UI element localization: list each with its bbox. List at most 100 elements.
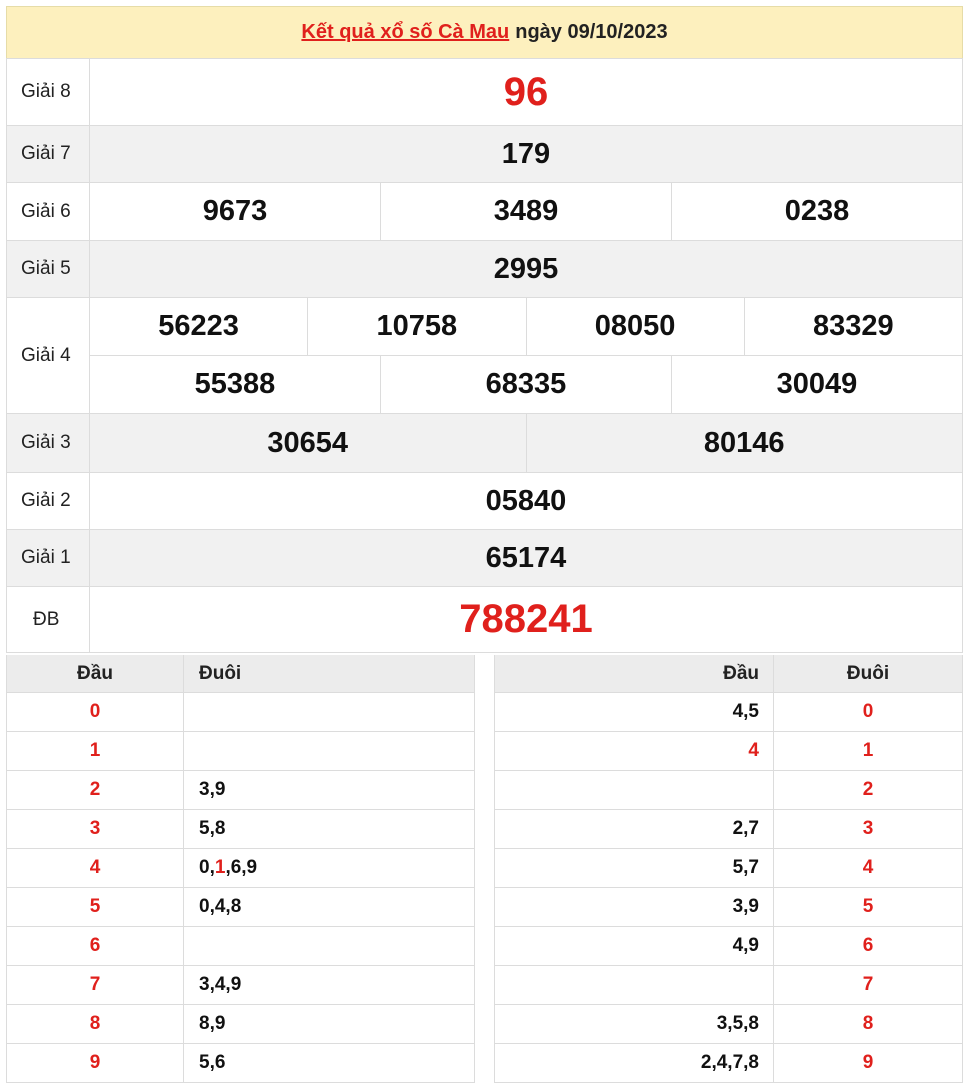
prize-label: Giải 1 xyxy=(6,529,90,587)
dau-cell: 4,5 xyxy=(494,692,774,732)
prize-number: 0238 xyxy=(784,195,850,227)
duoi-cell: 3 xyxy=(773,809,963,849)
duoi-cell xyxy=(183,692,475,732)
province-results-link[interactable]: Kết quả xổ số Cà Mau xyxy=(301,21,509,44)
prize-label: Giải 4 xyxy=(6,297,90,414)
table-row: 2 xyxy=(494,770,963,810)
prize-number: 83329 xyxy=(813,310,894,342)
table-row: 5,7 4 xyxy=(494,848,963,888)
duoi-cell: 1 xyxy=(773,731,963,771)
prize-row-g5: Giải 5 2995 xyxy=(6,240,963,298)
duoi-cell: 0,1,6,9 xyxy=(183,848,475,888)
prize-label: Giải 7 xyxy=(6,125,90,183)
duoi-cell: 3,9 xyxy=(183,770,475,810)
dau-cell: 2,4,7,8 xyxy=(494,1043,774,1083)
dau-cell: 1 xyxy=(6,731,184,771)
loto-head-table: Đầu Đuôi 0 1 2 3,9 3 5,8 4 0,1,6,9 5 0,4,8 6… xyxy=(6,655,475,1083)
prize-number: 9673 xyxy=(202,195,268,227)
dau-cell: 3,5,8 xyxy=(494,1004,774,1044)
duoi-cell: 5 xyxy=(773,887,963,927)
column-header-duoi: Đuôi xyxy=(773,655,963,693)
column-header-dau: Đầu xyxy=(494,655,774,693)
prize-label: Giải 3 xyxy=(6,413,90,473)
table-row: 6 xyxy=(6,926,475,966)
table-row: 2,4,7,8 9 xyxy=(494,1043,963,1083)
table-row: 4,9 6 xyxy=(494,926,963,966)
duoi-cell: 7 xyxy=(773,965,963,1005)
duoi-cell: 6 xyxy=(773,926,963,966)
dau-cell: 9 xyxy=(6,1043,184,1083)
duoi-cell: 2 xyxy=(773,770,963,810)
dau-cell: 2 xyxy=(6,770,184,810)
prize-number: 65174 xyxy=(485,541,567,574)
table-row: 7 xyxy=(494,965,963,1005)
date-text: ngày 09/10/2023 xyxy=(515,21,668,43)
special-prize-number: 788241 xyxy=(459,597,593,641)
prize-number: 2995 xyxy=(493,252,559,285)
table-row: 3,5,8 8 xyxy=(494,1004,963,1044)
prize-number: 3489 xyxy=(493,195,559,227)
prize-number: 08050 xyxy=(594,310,676,342)
dau-cell xyxy=(494,965,774,1005)
table-row: 2,7 3 xyxy=(494,809,963,849)
prize-number: 96 xyxy=(503,69,549,114)
dau-cell: 4,9 xyxy=(494,926,774,966)
prize-number: 05840 xyxy=(485,484,567,517)
prize-table: Giải 8 96 Giải 7 179 Giải 6 9673 3489 02… xyxy=(6,58,963,653)
duoi-cell: 3,4,9 xyxy=(183,965,475,1005)
results-header: Kết quả xổ số Cà Mau ngày 09/10/2023 xyxy=(6,6,963,58)
dau-cell: 5 xyxy=(6,887,184,927)
dau-cell: 6 xyxy=(6,926,184,966)
dau-cell: 4 xyxy=(494,731,774,771)
loto-header-row: Đầu Đuôi xyxy=(494,655,963,693)
table-row: 3 5,8 xyxy=(6,809,475,849)
prize-number: 80146 xyxy=(703,426,785,459)
duoi-cell xyxy=(183,926,475,966)
duoi-cell: 4 xyxy=(773,848,963,888)
prize-row-g4-a: Giải 4 56223 10758 08050 83329 xyxy=(6,297,963,414)
loto-header-row: Đầu Đuôi xyxy=(6,655,475,693)
table-row: 7 3,4,9 xyxy=(6,965,475,1005)
duoi-cell: 5,8 xyxy=(183,809,475,849)
prize-number: 30654 xyxy=(267,426,349,459)
duoi-highlight: 1 xyxy=(214,857,226,878)
duoi-cell: 0,4,8 xyxy=(183,887,475,927)
prize-number: 10758 xyxy=(376,310,458,342)
table-row: 4 0,1,6,9 xyxy=(6,848,475,888)
prize-row-g6: Giải 6 9673 3489 0238 xyxy=(6,182,963,241)
duoi-cell xyxy=(183,731,475,771)
prize-number: 56223 xyxy=(158,310,239,342)
duoi-part: ,6,9 xyxy=(225,857,258,878)
prize-row-g2: Giải 2 05840 xyxy=(6,472,963,530)
duoi-part: 0, xyxy=(199,857,215,878)
dau-cell: 8 xyxy=(6,1004,184,1044)
table-row: 3,9 5 xyxy=(494,887,963,927)
prize-label: Giải 5 xyxy=(6,240,90,298)
table-row: 2 3,9 xyxy=(6,770,475,810)
prize-number: 30049 xyxy=(776,368,858,400)
duoi-cell: 8,9 xyxy=(183,1004,475,1044)
table-row: 41 xyxy=(494,731,963,771)
prize-row-g7: Giải 7 179 xyxy=(6,125,963,183)
dau-cell: 7 xyxy=(6,965,184,1005)
prize-row-g1: Giải 1 65174 xyxy=(6,529,963,587)
table-row: 9 5,6 xyxy=(6,1043,475,1083)
duoi-cell: 5,6 xyxy=(183,1043,475,1083)
table-row: 8 8,9 xyxy=(6,1004,475,1044)
prize-label: Giải 8 xyxy=(6,58,90,126)
prize-row-g8: Giải 8 96 xyxy=(6,58,963,126)
prize-label: ĐB xyxy=(6,586,90,653)
results-container: Kết quả xổ số Cà Mau ngày 09/10/2023 Giả… xyxy=(6,6,963,653)
prize-row-g3: Giải 3 30654 80146 xyxy=(6,413,963,473)
column-header-duoi: Đuôi xyxy=(183,655,475,693)
dau-cell: 3,9 xyxy=(494,887,774,927)
table-row: 1 xyxy=(6,731,475,771)
dau-cell: 4 xyxy=(6,848,184,888)
table-row: 0 xyxy=(6,692,475,732)
prize-row-special: ĐB 788241 xyxy=(6,586,963,653)
column-header-dau: Đầu xyxy=(6,655,184,693)
prize-number: 179 xyxy=(501,137,551,170)
table-row: 5 0,4,8 xyxy=(6,887,475,927)
dau-cell xyxy=(494,770,774,810)
duoi-cell: 9 xyxy=(773,1043,963,1083)
